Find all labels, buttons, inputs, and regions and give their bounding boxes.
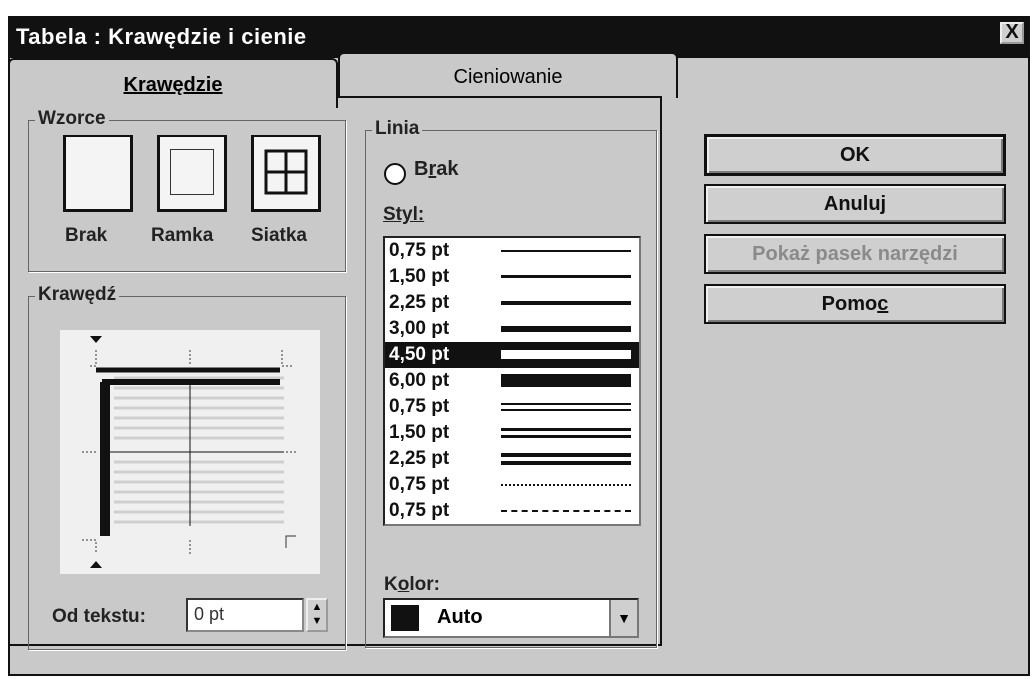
tab-krawedzie[interactable]: Krawędzie: [8, 58, 338, 108]
dropdown-arrow-icon[interactable]: ▼: [609, 600, 637, 636]
line-style-option[interactable]: 0,75 pt: [385, 472, 639, 498]
line-style-option[interactable]: 1,50 pt: [385, 264, 639, 290]
line-style-sample: [501, 446, 631, 472]
close-icon: X: [1005, 21, 1019, 43]
line-style-label: 3,00 pt: [389, 318, 450, 339]
line-style-label: 0,75 pt: [389, 240, 450, 261]
preset-brak-button[interactable]: [63, 135, 133, 212]
anuluj-button[interactable]: Anuluj: [704, 184, 1006, 224]
preset-siatka-button[interactable]: [251, 135, 321, 212]
linia-label: Linia: [372, 118, 423, 140]
spin-up-icon[interactable]: ▲: [308, 600, 326, 614]
line-style-option[interactable]: 2,25 pt: [385, 446, 639, 472]
preset-siatka-label: Siatka: [251, 225, 307, 246]
line-style-label: 2,25 pt: [389, 292, 450, 313]
line-style-sample: [501, 420, 631, 446]
krawedz-label: Krawędź: [35, 284, 120, 306]
od-tekstu-spinner[interactable]: ▲ ▼: [306, 598, 328, 632]
kolor-select[interactable]: Auto ▼: [383, 598, 639, 638]
line-style-sample: [501, 498, 631, 524]
line-style-label: 6,00 pt: [389, 370, 450, 391]
od-tekstu-input[interactable]: 0 pt: [186, 598, 304, 632]
preset-brak-label: Brak: [65, 225, 108, 246]
line-style-label: 0,75 pt: [389, 474, 450, 495]
kolor-label: Kolor:: [384, 574, 440, 595]
line-style-sample: [501, 394, 631, 420]
border-preview[interactable]: [60, 330, 320, 574]
grid-border-icon: [264, 149, 308, 195]
line-style-list[interactable]: 0,75 pt 1,50 pt 2,25 pt 3,00 pt 4,50 pt 6,00 …: [383, 236, 641, 526]
tab-cieniowanie[interactable]: Cieniowanie: [338, 52, 678, 98]
dialog-title: Tabela : Krawędzie i cienie: [16, 24, 307, 49]
line-style-sample: [501, 238, 631, 264]
line-style-label: 1,50 pt: [389, 266, 450, 287]
border-preview-diagram: [82, 336, 298, 568]
line-style-option[interactable]: 0,75 pt: [385, 394, 639, 420]
line-style-label: 4,50 pt: [389, 344, 450, 365]
line-style-sample: [501, 368, 631, 394]
ok-button[interactable]: OK: [704, 134, 1006, 176]
radio-brak[interactable]: [384, 163, 406, 185]
line-style-option[interactable]: 6,00 pt: [385, 368, 639, 394]
preset-ramka-button[interactable]: [157, 135, 227, 212]
preset-ramka-label: Ramka: [151, 225, 214, 246]
line-style-sample: [501, 472, 631, 498]
line-style-option[interactable]: 0,75 pt: [385, 498, 639, 524]
radio-brak-label: Brak: [414, 158, 459, 180]
line-style-option[interactable]: 1,50 pt: [385, 420, 639, 446]
line-style-option[interactable]: 0,75 pt: [385, 238, 639, 264]
line-style-sample: [501, 342, 631, 368]
pokaz-pasek-button[interactable]: Pokaż pasek narzędzi: [704, 234, 1006, 274]
box-border-icon: [170, 149, 214, 195]
kolor-value: Auto: [437, 606, 483, 628]
tab-cieniowanie-label: Cieniowanie: [453, 66, 563, 88]
line-style-option[interactable]: 2,25 pt: [385, 290, 639, 316]
close-button[interactable]: X: [1000, 22, 1024, 44]
line-style-option[interactable]: 4,50 pt: [385, 342, 639, 368]
line-style-label: 0,75 pt: [389, 396, 450, 417]
tab-krawedzie-label: Krawędzie: [123, 74, 223, 96]
pomoc-button[interactable]: Pomoc: [704, 284, 1006, 324]
wzorce-label: Wzorce: [35, 108, 109, 130]
styl-label: Styl:: [383, 204, 425, 225]
od-tekstu-label: Od tekstu:: [52, 606, 146, 627]
line-style-sample: [501, 264, 631, 290]
spin-down-icon[interactable]: ▼: [308, 614, 326, 628]
line-style-label: 2,25 pt: [389, 448, 450, 469]
line-style-sample: [501, 290, 631, 316]
color-swatch: [391, 605, 419, 631]
line-style-label: 0,75 pt: [389, 500, 450, 521]
wzorce-group: Wzorce Brak Ramka Siatka: [28, 108, 346, 272]
line-style-sample: [501, 316, 631, 342]
line-style-label: 1,50 pt: [389, 422, 450, 443]
line-style-option[interactable]: 3,00 pt: [385, 316, 639, 342]
